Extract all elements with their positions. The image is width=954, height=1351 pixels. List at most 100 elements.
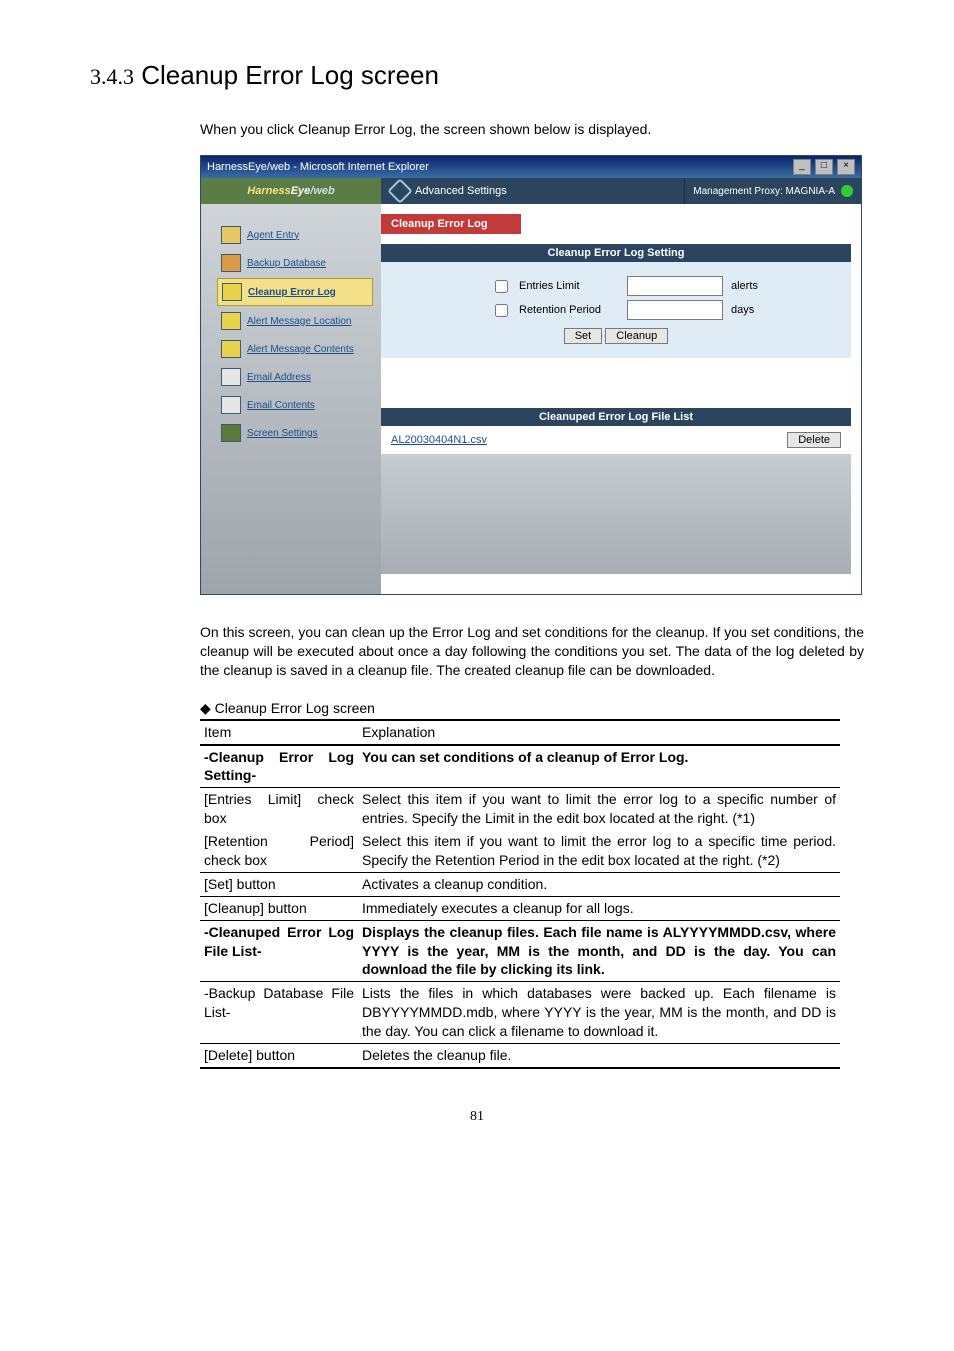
window-buttons: _ □ × — [792, 159, 855, 175]
file-list-header: Cleanuped Error Log File List — [381, 408, 851, 426]
database-icon — [221, 254, 241, 272]
description-paragraph: On this screen, you can clean up the Err… — [200, 623, 864, 680]
item-cell: [Cleanup] button — [200, 896, 358, 920]
breadcrumb-label: Advanced Settings — [415, 185, 507, 197]
sidebar-item-email-contents[interactable]: Email Contents — [217, 392, 373, 418]
set-button[interactable]: Set — [564, 328, 603, 344]
explanation-table: Item Explanation -Cleanup Error Log Sett… — [200, 719, 840, 1069]
button-row: Set Cleanup — [401, 328, 831, 344]
app-topbar: HarnessEye/web Advanced Settings Managem… — [201, 178, 861, 204]
warning-icon — [221, 340, 241, 358]
content-pane: Cleanup Error Log Cleanup Error Log Sett… — [381, 204, 861, 594]
section-heading: 3.4.3 Cleanup Error Log screen — [90, 60, 864, 91]
warning-icon — [221, 312, 241, 330]
explanation-cell: Select this item if you want to limit th… — [358, 788, 840, 830]
explanation-cell: Activates a cleanup condition. — [358, 872, 840, 896]
table-caption: ◆ Cleanup Error Log screen — [200, 700, 864, 717]
entries-limit-checkbox[interactable] — [495, 280, 508, 293]
delete-button[interactable]: Delete — [787, 432, 841, 448]
intro-paragraph: When you click Cleanup Error Log, the sc… — [200, 121, 864, 137]
entries-limit-row: Entries Limit alerts — [401, 276, 831, 296]
explanation-cell: Displays the cleanup files. Each file na… — [358, 920, 840, 982]
explanation-cell: You can set conditions of a cleanup of E… — [358, 745, 840, 788]
explanation-cell: Lists the files in which databases were … — [358, 982, 840, 1044]
status-indicator-icon — [841, 185, 853, 197]
logo-mid: Eye — [291, 185, 311, 197]
retention-unit: days — [731, 304, 781, 316]
sidebar-item-agent-entry[interactable]: Agent Entry — [217, 222, 373, 248]
envelope-icon — [221, 396, 241, 414]
app-body: Agent Entry Backup Database Cleanup Erro… — [201, 204, 861, 594]
window-titlebar: HarnessEye/web - Microsoft Internet Expl… — [201, 156, 861, 178]
table-row: [Retention Period] check boxSelect this … — [200, 830, 840, 872]
sidebar-item-label: Cleanup Error Log — [248, 287, 336, 298]
page-number: 81 — [90, 1109, 864, 1125]
folder-icon — [221, 226, 241, 244]
retention-checkbox[interactable] — [495, 304, 508, 317]
sidebar-item-alert-location[interactable]: Alert Message Location — [217, 308, 373, 334]
app-logo: HarnessEye/web — [201, 178, 381, 204]
section-number: 3.4.3 — [90, 64, 134, 89]
logo-suffix: /web — [310, 185, 334, 197]
sidebar-item-backup-db[interactable]: Backup Database — [217, 250, 373, 276]
table-row: [Entries Limit] check boxSelect this ite… — [200, 788, 840, 830]
status-area: Management Proxy: MAGNIA-A — [684, 178, 861, 204]
sidebar-item-label: Alert Message Contents — [247, 344, 354, 355]
sidebar-item-label: Agent Entry — [247, 230, 299, 241]
col-item: Item — [200, 720, 358, 745]
ie-window: HarnessEye/web - Microsoft Internet Expl… — [200, 155, 862, 595]
retention-label: Retention Period — [519, 304, 619, 316]
sidebar-item-email-address[interactable]: Email Address — [217, 364, 373, 390]
setting-header: Cleanup Error Log Setting — [381, 244, 851, 262]
sidebar-item-label: Email Address — [247, 372, 311, 383]
sidebar-item-label: Backup Database — [247, 258, 326, 269]
item-cell: -Cleanup Error Log Setting- — [200, 745, 358, 788]
item-cell: [Entries Limit] check box — [200, 788, 358, 830]
table-row: -Cleanup Error Log Setting-You can set c… — [200, 745, 840, 788]
breadcrumb: Advanced Settings — [381, 178, 684, 204]
wrench-icon — [387, 178, 412, 203]
explanation-cell: Deletes the cleanup file. — [358, 1044, 840, 1068]
cleanup-file-link[interactable]: AL20030404N1.csv — [391, 434, 487, 446]
minimize-icon[interactable]: _ — [793, 159, 811, 175]
section-title-text: Cleanup Error Log screen — [141, 60, 439, 90]
status-text: Management Proxy: MAGNIA-A — [693, 186, 835, 197]
setting-form: Entries Limit alerts Retention Period da… — [381, 262, 851, 358]
logo-prefix: Harness — [247, 185, 290, 197]
table-header-row: Item Explanation — [200, 720, 840, 745]
warning-icon — [222, 283, 242, 301]
panel-title: Cleanup Error Log — [381, 214, 521, 234]
screenshot-figure: HarnessEye/web - Microsoft Internet Expl… — [200, 155, 864, 595]
entries-limit-input[interactable] — [627, 276, 723, 296]
table-row: -Cleanuped Error Log File List-Displays … — [200, 920, 840, 982]
retention-input[interactable] — [627, 300, 723, 320]
item-cell: -Cleanuped Error Log File List- — [200, 920, 358, 982]
sidebar-item-screen-settings[interactable]: Screen Settings — [217, 420, 373, 446]
sidebar-item-cleanup-error-log[interactable]: Cleanup Error Log — [217, 278, 373, 306]
retention-row: Retention Period days — [401, 300, 831, 320]
maximize-icon[interactable]: □ — [815, 159, 833, 175]
explanation-cell: Select this item if you want to limit th… — [358, 830, 840, 872]
file-list-row: AL20030404N1.csv Delete — [381, 426, 851, 454]
entries-limit-label: Entries Limit — [519, 280, 619, 292]
screen-icon — [221, 424, 241, 442]
sidebar-item-label: Screen Settings — [247, 428, 318, 439]
col-explanation: Explanation — [358, 720, 840, 745]
window-title: HarnessEye/web - Microsoft Internet Expl… — [207, 161, 429, 173]
empty-area — [381, 454, 851, 574]
close-icon[interactable]: × — [837, 159, 855, 175]
sidebar-item-alert-contents[interactable]: Alert Message Contents — [217, 336, 373, 362]
sidebar-item-label: Email Contents — [247, 400, 315, 411]
table-row: [Set] buttonActivates a cleanup conditio… — [200, 872, 840, 896]
item-cell: [Set] button — [200, 872, 358, 896]
cleanup-button[interactable]: Cleanup — [605, 328, 668, 344]
item-cell: [Delete] button — [200, 1044, 358, 1068]
sidebar-item-label: Alert Message Location — [247, 316, 352, 327]
sidebar: Agent Entry Backup Database Cleanup Erro… — [201, 204, 381, 594]
explanation-cell: Immediately executes a cleanup for all l… — [358, 896, 840, 920]
table-row: [Cleanup] buttonImmediately executes a c… — [200, 896, 840, 920]
envelope-icon — [221, 368, 241, 386]
entries-limit-unit: alerts — [731, 280, 781, 292]
item-cell: [Retention Period] check box — [200, 830, 358, 872]
item-cell: -Backup Database File List- — [200, 982, 358, 1044]
